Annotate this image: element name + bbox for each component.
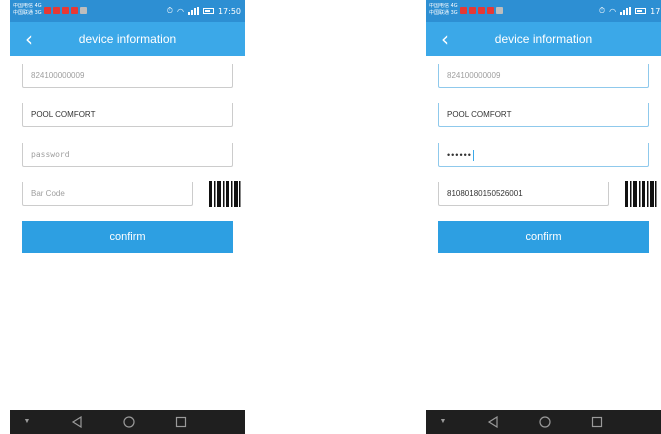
triangle-back-icon[interactable]	[482, 414, 504, 430]
notification-icons	[460, 7, 503, 14]
system-nav-bar: ▼	[10, 410, 245, 434]
alarm-icon: ⏱	[166, 6, 173, 15]
barcode-scan-icon	[209, 181, 241, 207]
page-title: device information	[78, 32, 177, 46]
device-id-value: 824100000009	[31, 71, 85, 80]
confirm-button[interactable]: confirm	[22, 221, 233, 253]
barcode-field[interactable]: Bar Code	[22, 182, 193, 206]
device-name-field[interactable]: POOL COMFORT	[22, 103, 233, 127]
device-id-field[interactable]: 824100000009	[22, 64, 233, 88]
device-name-value: POOL COMFORT	[447, 110, 512, 119]
phone-screen-left: 中国电信 4G 中国联通 3G ⏱ ◠ 17:50 ‹ device infor…	[10, 0, 245, 434]
barcode-scan-button[interactable]	[624, 180, 658, 208]
device-id-field[interactable]: 824100000009	[438, 64, 649, 88]
app-bar: ‹ device information	[10, 22, 245, 56]
confirm-button[interactable]: confirm	[438, 221, 649, 253]
barcode-scan-button[interactable]	[208, 180, 242, 208]
signal-icon	[620, 7, 632, 15]
barcode-scan-icon	[625, 181, 657, 207]
text-cursor	[472, 150, 474, 162]
status-right: ⏱ ◠ 17:50	[167, 6, 241, 16]
notification-icon	[71, 7, 78, 14]
wifi-icon: ◠	[176, 6, 184, 16]
barcode-placeholder: Bar Code	[31, 189, 65, 198]
password-field[interactable]: ••••••	[438, 143, 649, 167]
password-placeholder: password	[31, 150, 70, 159]
barcode-field[interactable]: 81080180150526001	[438, 182, 609, 206]
circle-home-icon[interactable]	[534, 414, 556, 430]
device-name-value: POOL COMFORT	[31, 110, 96, 119]
notification-icon	[80, 7, 87, 14]
password-value: ••••••	[447, 150, 472, 160]
notification-icon	[460, 7, 467, 14]
chevron-down-icon[interactable]: ▼	[436, 414, 450, 430]
carrier-label: 中国电信 4G 中国联通 3G	[429, 3, 458, 16]
notification-icon	[53, 7, 60, 14]
square-recent-icon[interactable]	[170, 414, 192, 430]
notification-icons	[44, 7, 87, 14]
notification-icon	[478, 7, 485, 14]
page-title: device information	[494, 32, 593, 46]
status-right: ⏱ ◠ 17:	[599, 6, 661, 16]
status-bar: 中国电信 4G 中国联通 3G ⏱ ◠ 17:50	[10, 0, 245, 22]
notification-icon	[62, 7, 69, 14]
circle-home-icon[interactable]	[118, 414, 140, 430]
carrier-label: 中国电信 4G 中国联通 3G	[13, 3, 42, 16]
status-time: 17:50	[217, 6, 241, 16]
notification-icon	[44, 7, 51, 14]
status-time: 17:	[650, 6, 661, 16]
signal-icon	[187, 7, 199, 15]
device-id-value: 824100000009	[447, 71, 501, 80]
notification-icon	[469, 7, 476, 14]
app-bar: ‹ device information	[426, 22, 661, 56]
notification-icon	[496, 7, 503, 14]
square-recent-icon[interactable]	[586, 414, 608, 430]
notification-icon	[487, 7, 494, 14]
alarm-icon: ⏱	[598, 6, 606, 15]
status-bar: 中国电信 4G 中国联通 3G ⏱ ◠ 17:	[426, 0, 661, 22]
phone-screen-right: 中国电信 4G 中国联通 3G ⏱ ◠ 17: ‹ device informa…	[426, 0, 661, 434]
battery-icon	[202, 8, 214, 14]
triangle-back-icon[interactable]	[66, 414, 88, 430]
system-nav-bar: ▼	[426, 410, 661, 434]
chevron-down-icon[interactable]: ▼	[20, 414, 34, 430]
password-field[interactable]: password	[22, 143, 233, 167]
wifi-icon: ◠	[609, 6, 617, 16]
battery-icon	[635, 8, 647, 14]
barcode-value: 81080180150526001	[447, 189, 523, 198]
device-name-field[interactable]: POOL COMFORT	[438, 103, 649, 127]
